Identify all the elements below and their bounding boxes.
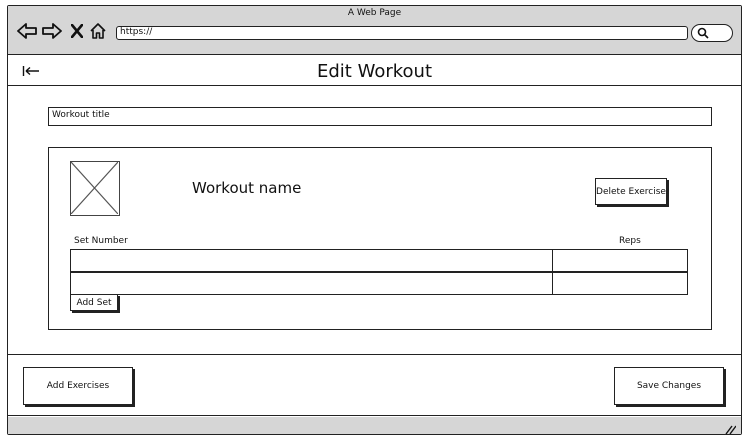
search-box[interactable]	[691, 24, 733, 42]
search-icon	[697, 27, 709, 39]
reps-column-header: Reps	[619, 236, 641, 246]
exercise-card: Workout name Delete Exercise Set Number …	[48, 147, 712, 330]
page-title: Edit Workout	[317, 61, 432, 82]
exercise-name: Workout name	[192, 179, 302, 197]
action-bar: Add Exercises Save Changes	[8, 354, 741, 416]
set-number-field[interactable]	[70, 249, 553, 272]
window-title: A Web Page	[347, 8, 402, 18]
close-icon[interactable]	[69, 20, 85, 42]
image-placeholder-icon	[70, 161, 120, 216]
browser-toolbar: A Web Page https://	[8, 6, 741, 55]
url-bar[interactable]: https://	[116, 26, 688, 40]
add-exercises-button[interactable]: Add Exercises	[23, 367, 133, 405]
set-number-column-header: Set Number	[74, 236, 128, 246]
forward-arrow-icon[interactable]	[41, 20, 63, 42]
app-header: Edit Workout	[8, 56, 741, 86]
reps-field[interactable]	[552, 272, 688, 295]
home-icon[interactable]	[88, 20, 108, 42]
save-changes-button[interactable]: Save Changes	[614, 367, 724, 405]
resize-grip-icon[interactable]	[724, 420, 737, 439]
workout-title-input[interactable]: Workout title	[48, 107, 712, 126]
back-arrow-icon[interactable]	[16, 20, 38, 42]
set-number-field[interactable]	[70, 272, 553, 295]
add-set-button[interactable]: Add Set	[70, 294, 118, 311]
delete-exercise-button[interactable]: Delete Exercise	[595, 178, 667, 205]
status-bar	[8, 417, 741, 435]
reps-field[interactable]	[552, 249, 688, 272]
